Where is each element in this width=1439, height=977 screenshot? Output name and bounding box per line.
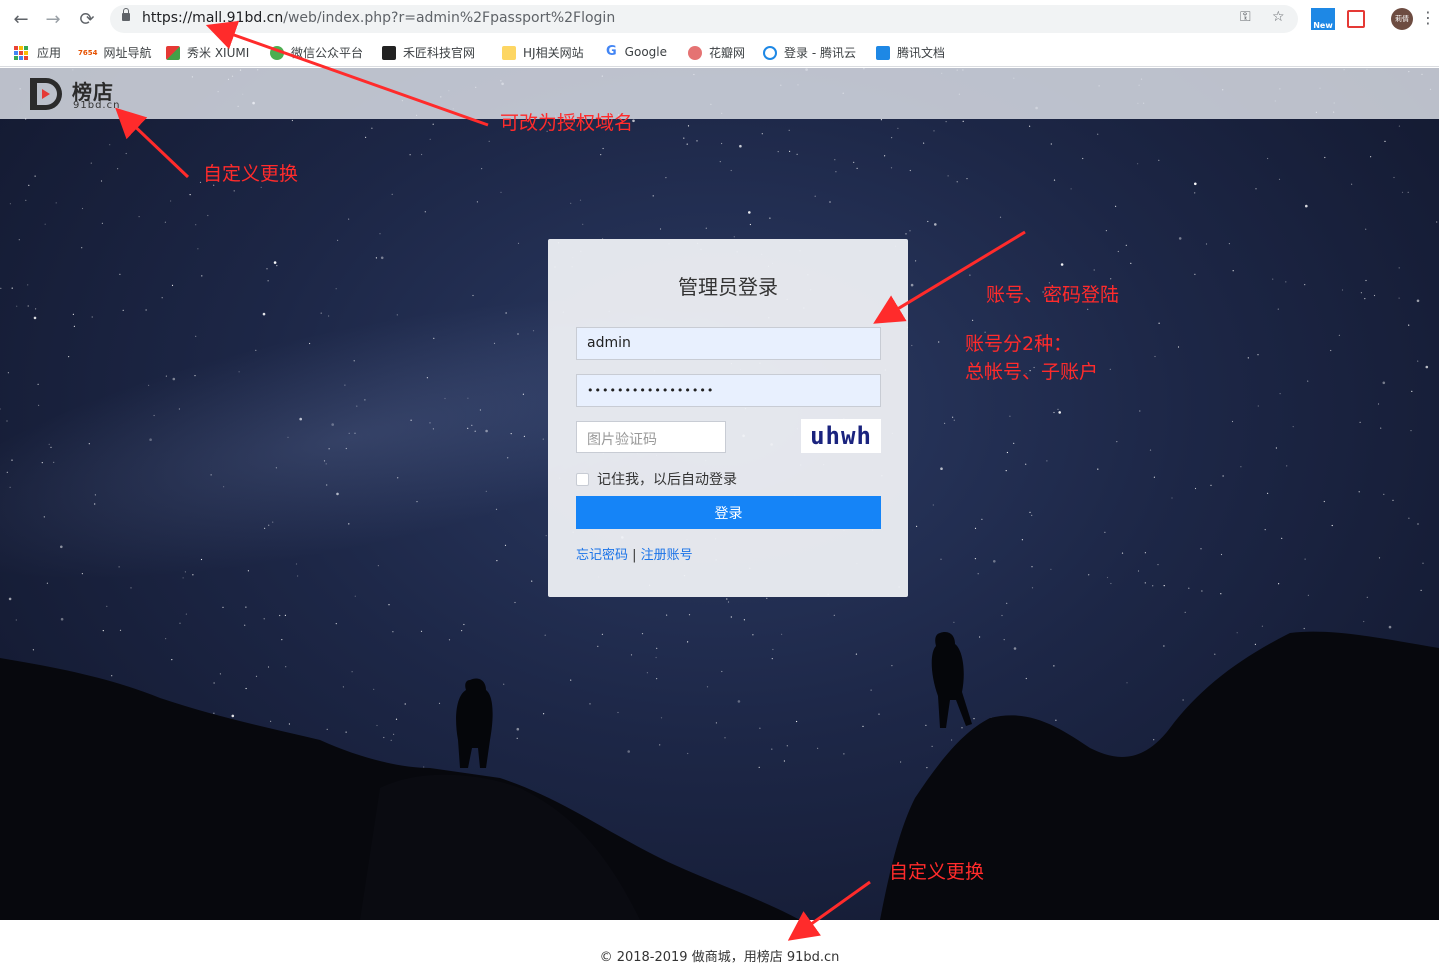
bookmark-hejiang[interactable]: 禾匠科技官网 — [382, 44, 475, 61]
annotation-domain: 可改为授权域名 — [500, 112, 634, 134]
logo-d-icon[interactable] — [30, 78, 62, 110]
bookmark-apps[interactable]: 应用 — [14, 44, 61, 61]
bookmark-label: HJ相关网站 — [523, 46, 584, 60]
password-input[interactable]: ••••••••••••••••• — [576, 374, 881, 407]
bookmark-label: 登录 - 腾讯云 — [784, 46, 856, 60]
forward-arrow-icon[interactable]: → — [40, 6, 66, 32]
bookmark-label: 花瓣网 — [709, 46, 746, 60]
new-extension-icon[interactable]: New — [1311, 8, 1335, 30]
avatar-label: 莉倩 — [1395, 15, 1409, 23]
folder-icon — [502, 45, 516, 60]
bookmark-hj-sites[interactable]: HJ相关网站 — [502, 44, 584, 61]
captcha-image[interactable]: uhwh — [801, 419, 881, 453]
star-icon[interactable]: ☆ — [1272, 9, 1285, 25]
forgot-password-link[interactable]: 忘记密码 — [576, 548, 628, 563]
bookmark-label: 禾匠科技官网 — [403, 46, 476, 60]
bookmark-label: 微信公众平台 — [291, 46, 364, 60]
captcha-input[interactable]: 图片验证码 — [576, 421, 726, 453]
annotation-account-types-1: 账号分2种： — [965, 333, 1073, 355]
bookmark-label: 秀米 XIUMI — [187, 46, 250, 60]
footer-copyright: © 2018-2019 做商城，用榜店 91bd.cn — [599, 950, 840, 965]
account-links: 忘记密码 | 注册账号 — [576, 544, 693, 563]
avatar[interactable]: 莉倩 — [1391, 8, 1413, 30]
bookmark-tencent-docs[interactable]: 腾讯文档 — [876, 44, 945, 61]
login-page: 榜店 91bd.cn 管理员登录 admin •••••••••••••••••… — [0, 68, 1439, 920]
login-button[interactable]: 登录 — [576, 496, 881, 529]
bookmark-google[interactable]: G Google — [606, 44, 667, 59]
more-menu-icon[interactable]: ⋮ — [1420, 8, 1436, 27]
bookmark-xiumi[interactable]: 秀米 XIUMI — [166, 44, 249, 61]
url-path: /web/index.php?r=admin%2Fpassport%2Flogi… — [283, 10, 616, 26]
apps-grid-icon — [14, 45, 28, 60]
annotation-account: 账号、密码登陆 — [986, 284, 1120, 306]
login-card: 管理员登录 admin ••••••••••••••••• 图片验证码 uhwh… — [548, 239, 908, 597]
back-arrow-icon[interactable]: ← — [8, 6, 34, 32]
username-input[interactable]: admin — [576, 327, 881, 360]
browser-toolbar: ← → ⟳ https://mall.91bd.cn/web/index.php… — [0, 0, 1439, 37]
bookmark-label: 应用 — [37, 46, 62, 60]
bookmark-label: 网址导航 — [103, 46, 152, 60]
annotation-footer: 自定义更换 — [889, 861, 985, 883]
google-icon: G — [606, 44, 617, 59]
bookmark-tencent-cloud[interactable]: 登录 - 腾讯云 — [763, 44, 856, 61]
hejiang-icon — [382, 45, 396, 60]
nav-badge-icon: 7654 — [78, 48, 98, 57]
annotation-logo: 自定义更换 — [203, 163, 299, 185]
key-icon[interactable]: ⚿ — [1240, 9, 1251, 25]
url-text: https://mall.91bd.cn/web/index.php?r=adm… — [142, 10, 615, 26]
huaban-icon — [688, 45, 702, 60]
site-header: 榜店 91bd.cn — [0, 68, 1439, 119]
bookmark-wechat[interactable]: 微信公众平台 — [270, 44, 363, 61]
page-footer: © 2018-2019 做商城，用榜店 91bd.cn — [0, 920, 1439, 977]
save-extension-icon[interactable] — [1347, 10, 1365, 28]
url-host: https://mall.91bd.cn — [142, 10, 284, 26]
lock-icon — [122, 8, 130, 21]
bookmark-label: 腾讯文档 — [897, 46, 946, 60]
xiumi-icon — [166, 45, 180, 60]
bookmark-label: Google — [624, 44, 667, 59]
wechat-icon — [270, 45, 284, 60]
link-separator: | — [628, 548, 641, 563]
new-extension-label: New — [1313, 21, 1333, 30]
address-bar[interactable]: https://mall.91bd.cn/web/index.php?r=adm… — [110, 5, 1298, 33]
register-link[interactable]: 注册账号 — [641, 548, 693, 563]
reload-icon[interactable]: ⟳ — [74, 6, 100, 32]
remember-me[interactable]: 记住我，以后自动登录 — [576, 469, 737, 489]
logo-subtext: 91bd.cn — [73, 100, 121, 111]
cloud-icon — [763, 45, 777, 60]
docs-icon — [876, 45, 890, 60]
bookmark-huaban[interactable]: 花瓣网 — [688, 44, 745, 61]
remember-checkbox[interactable] — [576, 472, 589, 486]
annotation-account-types-2: 总帐号、子账户 — [965, 361, 1099, 383]
login-title: 管理员登录 — [678, 275, 778, 299]
bookmarks-bar: 应用 7654 网址导航 秀米 XIUMI 微信公众平台 禾匠科技官网 HJ相关… — [0, 37, 1439, 67]
bookmark-nav[interactable]: 7654 网址导航 — [78, 44, 152, 61]
remember-label: 记住我，以后自动登录 — [597, 472, 737, 488]
